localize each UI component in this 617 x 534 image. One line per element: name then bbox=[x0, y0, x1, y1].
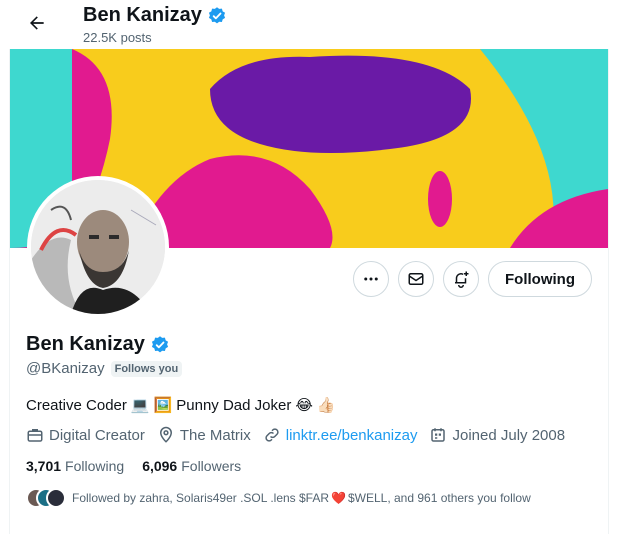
profile-name-row: Ben Kanizay bbox=[26, 333, 170, 356]
following-count: 3,701 bbox=[26, 458, 62, 474]
top-header: Ben Kanizay 22.5K posts bbox=[0, 0, 617, 49]
website-link[interactable]: linktr.ee/benkanizay bbox=[286, 427, 418, 444]
post-count: 22.5K posts bbox=[83, 30, 152, 45]
avatar-image bbox=[31, 180, 165, 314]
bell-plus-icon bbox=[455, 271, 469, 288]
calendar-icon bbox=[431, 428, 446, 442]
profile-handle: @BKanizay bbox=[26, 360, 105, 377]
category-item: Digital Creator bbox=[26, 426, 145, 444]
profile-name: Ben Kanizay bbox=[26, 333, 145, 355]
header-title: Ben Kanizay bbox=[83, 4, 227, 27]
envelope-icon bbox=[408, 273, 424, 285]
bio-text-1: Creative Coder bbox=[26, 396, 127, 414]
mini-avatar bbox=[46, 488, 66, 508]
category-text: Digital Creator bbox=[49, 426, 145, 444]
followed-by-row[interactable]: Followed by zahra, Solaris49er .SOL .len… bbox=[26, 488, 531, 508]
website-item: linktr.ee/benkanizay bbox=[263, 426, 418, 444]
handle-row: @BKanizay Follows you bbox=[26, 360, 183, 377]
location-text: The Matrix bbox=[179, 426, 251, 444]
verified-badge-icon[interactable] bbox=[150, 335, 170, 355]
arrow-left-icon bbox=[30, 16, 44, 30]
back-button[interactable] bbox=[22, 8, 52, 38]
bio-text-2: Punny Dad Joker bbox=[176, 396, 292, 414]
more-horizontal-icon bbox=[364, 277, 378, 281]
follow-counts: 3,701 Following 6,096 Followers bbox=[26, 458, 241, 474]
more-button[interactable] bbox=[353, 261, 389, 297]
following-link[interactable]: 3,701 Following bbox=[26, 458, 124, 474]
thumbs-up-icon: 👍🏻 bbox=[316, 397, 336, 414]
followers-link[interactable]: 6,096 Followers bbox=[142, 458, 241, 474]
notify-button[interactable] bbox=[443, 261, 479, 297]
picture-icon: 🖼️ bbox=[153, 397, 173, 414]
profile-bio: Creative Coder 💻 🖼️ Punny Dad Joker 😂 👍🏻 bbox=[26, 396, 336, 415]
link-icon bbox=[265, 428, 279, 442]
header-name: Ben Kanizay bbox=[83, 4, 202, 26]
briefcase-icon bbox=[27, 429, 43, 442]
heart-icon: ❤️ bbox=[331, 491, 346, 505]
profile-meta: Digital Creator The Matrix linktr.ee/ben… bbox=[26, 426, 577, 444]
joined-text: Joined July 2008 bbox=[452, 426, 566, 444]
followed-by-text-2: $WELL, and 961 others you follow bbox=[347, 491, 531, 505]
following-button[interactable]: Following bbox=[488, 261, 592, 297]
laptop-icon: 💻 bbox=[130, 397, 150, 414]
followers-count: 6,096 bbox=[142, 458, 178, 474]
follows-you-badge: Follows you bbox=[110, 360, 183, 377]
followers-label: Followers bbox=[181, 458, 242, 474]
laughing-emoji-icon: 😂 bbox=[295, 397, 313, 414]
profile-actions: Following bbox=[353, 261, 592, 297]
location-item: The Matrix bbox=[157, 426, 251, 444]
message-button[interactable] bbox=[398, 261, 434, 297]
location-pin-icon bbox=[159, 426, 172, 443]
verified-badge-icon bbox=[208, 6, 226, 23]
joined-item: Joined July 2008 bbox=[429, 426, 565, 444]
avatar[interactable] bbox=[27, 176, 169, 318]
following-label: Following bbox=[65, 458, 125, 474]
follower-avatars bbox=[26, 488, 66, 508]
followed-by-text-1: Followed by zahra, Solaris49er .SOL .len… bbox=[72, 491, 330, 505]
